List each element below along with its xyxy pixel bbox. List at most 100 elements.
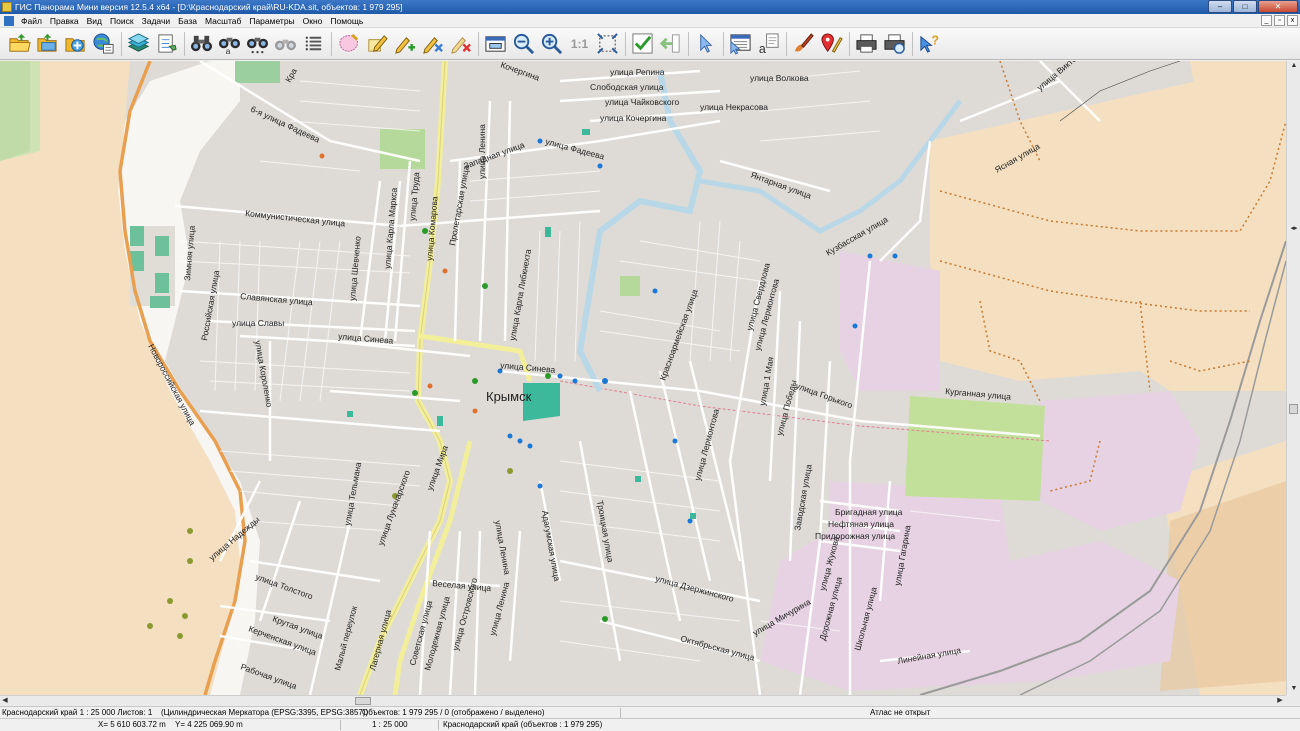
toolbar-separator: [121, 31, 122, 56]
mdi-restore-button[interactable]: ▫: [1274, 15, 1285, 26]
status-y-coordinate: Y= 4 225 069.90 m: [175, 720, 243, 729]
toolbar-separator: [849, 31, 850, 56]
svg-text:a: a: [226, 46, 231, 55]
map-canvas[interactable]: улица Репина улица Волкова Слободская ул…: [0, 61, 1286, 695]
scroll-left-icon[interactable]: ◀: [0, 696, 10, 706]
menu-help[interactable]: Помощь: [326, 16, 367, 26]
layers-icon[interactable]: [125, 30, 152, 57]
map-svg[interactable]: улица Репина улица Волкова Слободская ул…: [0, 61, 1286, 695]
menu-window[interactable]: Окно: [299, 16, 327, 26]
street-label: Слободская улица: [590, 82, 664, 92]
svg-text:?: ?: [931, 33, 939, 47]
street-label: Нефтяная улица: [828, 519, 894, 529]
toolbar-separator: [625, 31, 626, 56]
mdi-minimize-button[interactable]: _: [1261, 15, 1272, 26]
actual-size-icon: 1:1: [570, 36, 589, 51]
horizontal-scroll-thumb[interactable]: [355, 697, 371, 705]
binoculars-next-icon[interactable]: [244, 30, 271, 57]
add-map-icon[interactable]: [62, 30, 89, 57]
main-toolbar: a 1:1 a ?: [0, 28, 1300, 60]
help-cursor-icon[interactable]: ?: [916, 30, 943, 57]
zoom-in-icon[interactable]: [538, 30, 565, 57]
app-icon: [2, 2, 12, 12]
status-scale: 1 : 25 000: [372, 720, 408, 729]
status-divider: [620, 708, 621, 718]
toolbar-separator: [723, 31, 724, 56]
street-label: улица Чайковского: [605, 97, 680, 107]
toolbar-separator: [184, 31, 185, 56]
clear-icon[interactable]: [447, 30, 474, 57]
street-label: улица Ленина: [477, 124, 487, 179]
menu-scale[interactable]: Масштаб: [201, 16, 245, 26]
fit-selection-icon[interactable]: [594, 30, 621, 57]
status-atlas: Атлас не открыт: [870, 708, 931, 717]
street-label: Придорожная улица: [815, 531, 895, 541]
window-title: ГИС Панорама Мини версия 12.5.4 x64 - [D…: [15, 2, 403, 12]
maximize-button[interactable]: □: [1233, 0, 1257, 13]
select-area-icon[interactable]: [335, 30, 362, 57]
menu-view[interactable]: Вид: [83, 16, 106, 26]
text-icon[interactable]: a: [755, 30, 782, 57]
binoculars-icon[interactable]: [188, 30, 215, 57]
title-bar: ГИС Панорама Мини версия 12.5.4 x64 - [D…: [0, 0, 1300, 14]
menu-edit[interactable]: Правка: [46, 16, 83, 26]
street-label: Бригадная улица: [835, 507, 903, 517]
status-region-objects: Краснодарский край (объектов : 1 979 295…: [443, 720, 603, 729]
city-label: Крымск: [486, 389, 532, 404]
street-label: улица Репина: [610, 67, 665, 77]
status-divider: [438, 720, 439, 730]
mdi-close-button[interactable]: x: [1287, 15, 1298, 26]
full-view-icon[interactable]: [482, 30, 509, 57]
status-objects: Объектов: 1 979 295 / 0 (отображено / вы…: [362, 708, 545, 717]
horizontal-scrollbar[interactable]: ◀ ▶: [0, 695, 1286, 706]
print-icon[interactable]: [853, 30, 880, 57]
status-divider: [340, 720, 341, 730]
route-pin-icon[interactable]: [818, 30, 845, 57]
back-icon[interactable]: [657, 30, 684, 57]
scroll-corner: [1286, 695, 1300, 706]
print-preview-icon[interactable]: [881, 30, 908, 57]
street-label: улица Славы: [232, 318, 284, 328]
status-x-coordinate: X= 5 610 603.72 m: [98, 720, 166, 729]
globe-icon[interactable]: [90, 30, 117, 57]
street-label: улица Некрасова: [700, 102, 768, 112]
list-icon[interactable]: [300, 30, 327, 57]
map-list-icon[interactable]: [153, 30, 180, 57]
scroll-up-icon[interactable]: ▲: [1289, 61, 1299, 71]
street-label: улица Волкова: [750, 73, 809, 83]
delete-object-icon[interactable]: [419, 30, 446, 57]
minimize-button[interactable]: –: [1208, 0, 1232, 13]
pointer-icon[interactable]: [692, 30, 719, 57]
add-object-icon[interactable]: [391, 30, 418, 57]
menu-database[interactable]: База: [174, 16, 201, 26]
open-map-icon[interactable]: [34, 30, 61, 57]
toolbar-separator: [688, 31, 689, 56]
status-projection: (Цилиндрическая Меркатора (EPSG:3395, EP…: [161, 708, 369, 717]
menu-file[interactable]: Файл: [17, 16, 46, 26]
status-bar-top: Краснодарский край 1 : 25 000 Листов: 1 …: [0, 706, 1300, 718]
document-icon[interactable]: [4, 15, 14, 26]
vertical-scrollbar[interactable]: ▲ ◂▸ ▼: [1286, 61, 1300, 695]
accept-icon[interactable]: [629, 30, 656, 57]
menu-search[interactable]: Поиск: [106, 16, 138, 26]
zoom-out-icon[interactable]: [510, 30, 537, 57]
scroll-right-icon[interactable]: ▶: [1275, 696, 1285, 706]
scroll-left-marker-icon: ◂▸: [1290, 225, 1298, 232]
status-region: Краснодарский край 1 : 25 000 Листов: 1: [2, 708, 153, 717]
menu-parameters[interactable]: Параметры: [245, 16, 298, 26]
binoculars-text-icon[interactable]: a: [216, 30, 243, 57]
toolbar-separator: [331, 31, 332, 56]
toolbar-separator: [912, 31, 913, 56]
info-table-icon[interactable]: [727, 30, 754, 57]
open-folder-icon[interactable]: [6, 30, 33, 57]
paint-icon[interactable]: [790, 30, 817, 57]
edit-object-icon[interactable]: [363, 30, 390, 57]
menu-bar: Файл Правка Вид Поиск Задачи База Масшта…: [0, 14, 1300, 28]
toolbar-separator: [786, 31, 787, 56]
vertical-scroll-thumb[interactable]: [1289, 404, 1298, 414]
binoculars-gray-icon[interactable]: [272, 30, 299, 57]
scroll-down-icon[interactable]: ▼: [1289, 684, 1299, 694]
close-button[interactable]: ✕: [1258, 0, 1298, 13]
actual-size-button[interactable]: 1:1: [566, 30, 593, 57]
menu-tasks[interactable]: Задачи: [138, 16, 175, 26]
